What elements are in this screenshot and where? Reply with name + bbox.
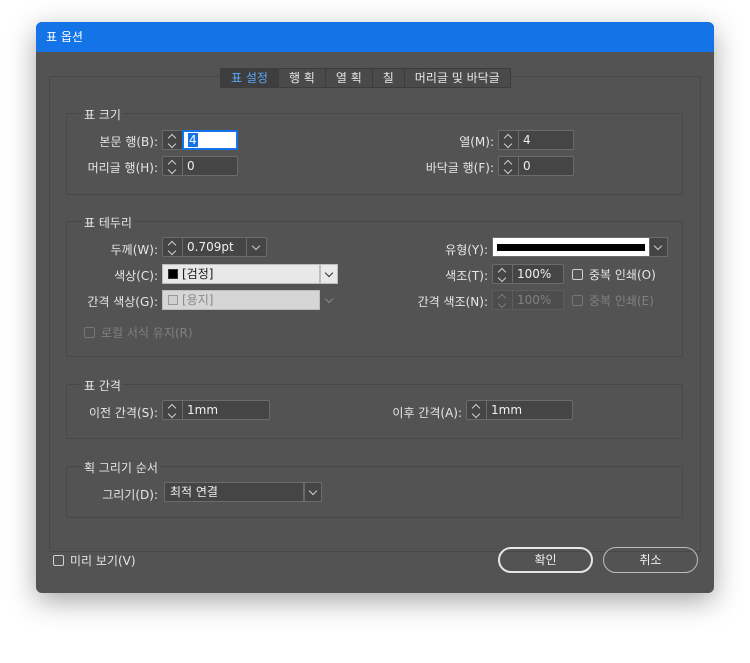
black-swatch-icon bbox=[168, 269, 178, 279]
table-spacing-title: 표 간격 bbox=[82, 377, 123, 394]
dialog-title: 표 옵션 bbox=[36, 22, 714, 52]
weight-field[interactable]: 0.709pt bbox=[182, 237, 247, 257]
space-after-stepper[interactable]: 1mm bbox=[466, 400, 573, 420]
body-rows-field[interactable]: 4 bbox=[182, 130, 238, 150]
gap-overprint-label: 중복 인쇄(E) bbox=[589, 294, 654, 308]
columns-label: 열(M): bbox=[459, 135, 494, 149]
tab-table-setup[interactable]: 표 설정 bbox=[220, 68, 279, 88]
weight-dropdown-chevron-icon[interactable] bbox=[247, 237, 267, 257]
tab-row-strokes[interactable]: 행 획 bbox=[278, 68, 326, 88]
footer-rows-label: 바닥글 행(F): bbox=[425, 161, 494, 175]
weight-stepper[interactable]: 0.709pt bbox=[162, 237, 267, 257]
paper-swatch-icon bbox=[168, 295, 178, 305]
body-rows-stepper-arrows[interactable] bbox=[162, 130, 182, 150]
space-before-label: 이전 간격(S): bbox=[89, 406, 158, 420]
body-rows-value: 4 bbox=[188, 133, 198, 147]
preserve-local-formatting-label: 로컬 서식 유지(R) bbox=[101, 326, 193, 340]
space-before-field[interactable]: 1mm bbox=[182, 400, 270, 420]
tab-headers-footers[interactable]: 머리글 및 바닥글 bbox=[404, 68, 511, 88]
weight-stepper-arrows[interactable] bbox=[162, 237, 182, 257]
cancel-button[interactable]: 취소 bbox=[603, 547, 698, 573]
footer-rows-stepper-arrows[interactable] bbox=[498, 156, 518, 176]
preview-label: 미리 보기(V) bbox=[70, 554, 136, 568]
preview-checkbox[interactable]: 미리 보기(V) bbox=[53, 552, 136, 569]
tint-field[interactable]: 100% bbox=[512, 264, 564, 284]
overprint-label: 중복 인쇄(O) bbox=[589, 268, 656, 282]
gap-tint-field[interactable]: 100% bbox=[512, 290, 564, 310]
weight-label: 두께(W): bbox=[110, 243, 158, 257]
color-label: 색상(C): bbox=[114, 269, 158, 283]
stroke-type-chevron-icon[interactable] bbox=[650, 237, 668, 257]
overprint-checkbox[interactable]: 중복 인쇄(O) bbox=[572, 266, 656, 283]
header-rows-stepper-arrows[interactable] bbox=[162, 156, 182, 176]
gap-tint-stepper-arrows[interactable] bbox=[492, 290, 512, 310]
tint-stepper-arrows[interactable] bbox=[492, 264, 512, 284]
draw-order-dropdown[interactable]: 최적 연결 bbox=[164, 482, 322, 502]
space-before-stepper[interactable]: 1mm bbox=[162, 400, 270, 420]
table-size-title: 표 크기 bbox=[82, 106, 123, 123]
tint-label: 색조(T): bbox=[445, 269, 488, 283]
gap-color-chevron-icon[interactable] bbox=[320, 290, 338, 310]
gap-overprint-checkbox-box[interactable] bbox=[572, 295, 583, 306]
columns-stepper-arrows[interactable] bbox=[498, 130, 518, 150]
header-rows-stepper[interactable]: 0 bbox=[162, 156, 238, 176]
color-value: [검정] bbox=[182, 267, 214, 281]
tab-bar: 표 설정 행 획 열 획 칠 머리글 및 바닥글 bbox=[220, 68, 511, 88]
gap-color-dropdown[interactable]: [용지] bbox=[162, 290, 338, 310]
color-dropdown-box[interactable]: [검정] bbox=[162, 264, 320, 284]
gap-tint-label: 간격 색조(N): bbox=[417, 295, 488, 309]
gap-color-dropdown-box[interactable]: [용지] bbox=[162, 290, 320, 310]
table-options-dialog: 표 옵션 표 설정 행 획 열 획 칠 머리글 및 바닥글 표 크기 본문 행(… bbox=[36, 22, 714, 593]
preserve-local-formatting-checkbox[interactable]: 로컬 서식 유지(R) bbox=[84, 324, 193, 341]
preview-checkbox-box[interactable] bbox=[53, 555, 64, 566]
footer-rows-field[interactable]: 0 bbox=[518, 156, 574, 176]
header-rows-label: 머리글 행(H): bbox=[87, 161, 158, 175]
table-size-group bbox=[66, 113, 683, 195]
table-border-title: 표 테두리 bbox=[82, 214, 134, 231]
columns-stepper[interactable]: 4 bbox=[498, 130, 574, 150]
footer-rows-stepper[interactable]: 0 bbox=[498, 156, 574, 176]
tab-column-strokes[interactable]: 열 획 bbox=[325, 68, 373, 88]
gap-tint-stepper[interactable]: 100% bbox=[492, 290, 564, 310]
gap-color-label: 간격 색상(G): bbox=[87, 295, 158, 309]
draw-order-chevron-icon[interactable] bbox=[304, 482, 322, 502]
body-rows-stepper[interactable]: 4 bbox=[162, 130, 238, 150]
stroke-type-preview[interactable] bbox=[492, 237, 650, 257]
overprint-checkbox-box[interactable] bbox=[572, 269, 583, 280]
gap-color-value: [용지] bbox=[182, 293, 214, 307]
space-after-stepper-arrows[interactable] bbox=[466, 400, 486, 420]
draw-order-box[interactable]: 최적 연결 bbox=[164, 482, 304, 502]
tab-fills[interactable]: 칠 bbox=[372, 68, 405, 88]
stroke-type-dropdown[interactable] bbox=[492, 237, 668, 257]
space-after-field[interactable]: 1mm bbox=[486, 400, 573, 420]
columns-field[interactable]: 4 bbox=[518, 130, 574, 150]
color-dropdown[interactable]: [검정] bbox=[162, 264, 338, 284]
space-before-stepper-arrows[interactable] bbox=[162, 400, 182, 420]
ok-button[interactable]: 확인 bbox=[498, 547, 593, 573]
header-rows-field[interactable]: 0 bbox=[182, 156, 238, 176]
preserve-local-formatting-box[interactable] bbox=[84, 327, 95, 338]
tint-stepper[interactable]: 100% bbox=[492, 264, 564, 284]
solid-line-icon bbox=[497, 244, 645, 251]
stroke-order-title: 획 그리기 순서 bbox=[82, 459, 160, 476]
draw-label: 그리기(D): bbox=[102, 488, 158, 502]
space-after-label: 이후 간격(A): bbox=[392, 406, 462, 420]
gap-overprint-checkbox[interactable]: 중복 인쇄(E) bbox=[572, 292, 654, 309]
type-label: 유형(Y): bbox=[445, 243, 488, 257]
body-rows-label: 본문 행(B): bbox=[99, 135, 158, 149]
color-chevron-icon[interactable] bbox=[320, 264, 338, 284]
